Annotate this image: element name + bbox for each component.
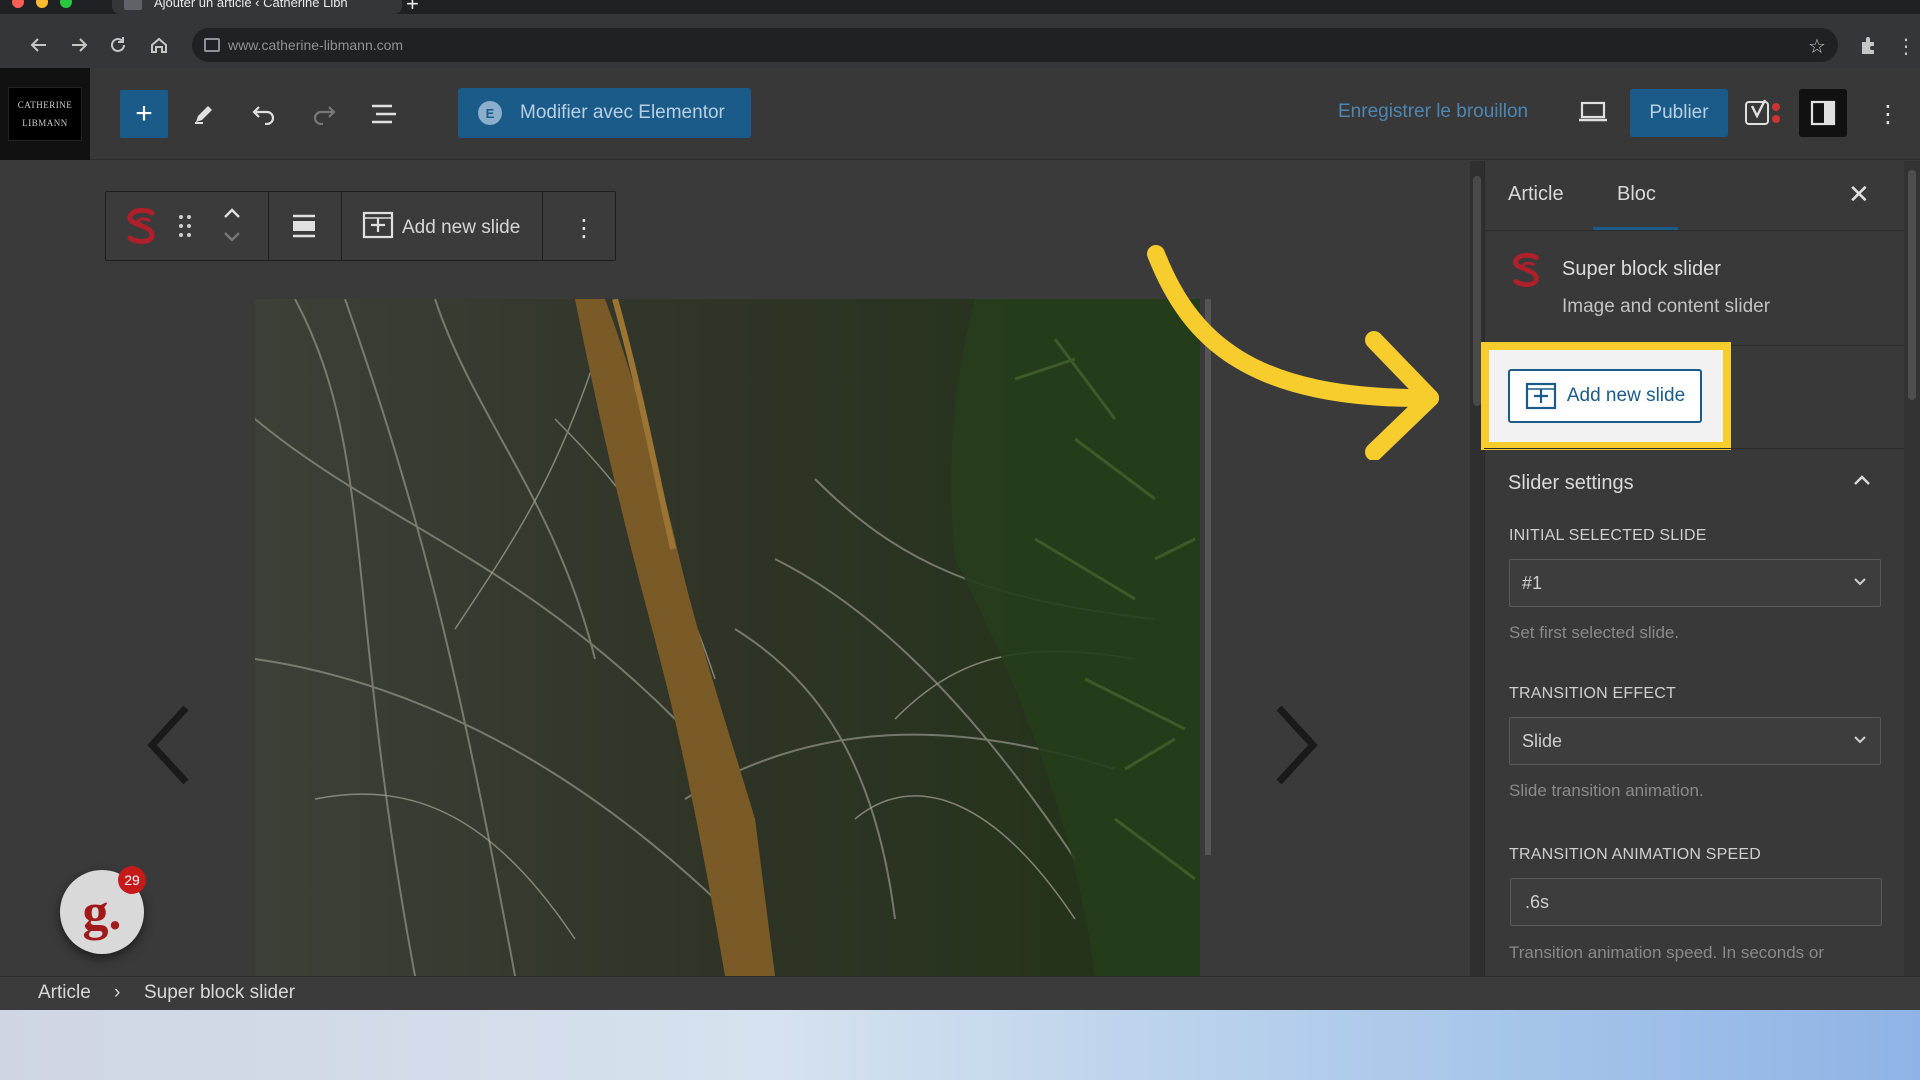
document-overview-icon[interactable]	[360, 90, 408, 138]
options-menu-icon[interactable]: ⋮	[1876, 100, 1900, 128]
slider-prev-arrow-icon[interactable]	[140, 700, 200, 795]
new-tab-button[interactable]: +	[406, 0, 419, 15]
tab-favicon-icon	[124, 0, 142, 10]
drag-handle-icon[interactable]	[178, 213, 192, 244]
chevron-down-icon	[1852, 731, 1868, 752]
canvas-scrollbar-thumb[interactable]	[1473, 176, 1481, 406]
site-logo-image: CATHERINE LIBMANN	[8, 87, 82, 141]
browser-tab-title: Ajouter un article ‹ Catherine Libn	[154, 0, 348, 10]
annotation-arrow	[1130, 240, 1450, 465]
tab-article[interactable]: Article	[1508, 183, 1564, 206]
browser-menu-icon[interactable]: ⋮	[1896, 34, 1916, 58]
section-divider	[1484, 448, 1904, 449]
align-icon[interactable]	[290, 212, 318, 245]
tabs-divider	[1484, 230, 1904, 231]
settings-sidebar-toggle-icon[interactable]	[1799, 89, 1847, 137]
initial-slide-label: Initial selected slide	[1509, 527, 1707, 544]
browser-tab[interactable]: Ajouter un article ‹ Catherine Libn	[112, 0, 402, 14]
add-block-button[interactable]: +	[120, 90, 168, 138]
site-info-icon[interactable]	[204, 38, 220, 52]
grammarly-count-badge: 29	[118, 866, 146, 894]
sidebar-add-new-slide-label: Add new slide	[1566, 385, 1686, 406]
tab-bloc[interactable]: Bloc	[1617, 183, 1656, 206]
move-up-icon[interactable]	[220, 204, 244, 227]
slider-settings-title[interactable]: Slider settings	[1508, 472, 1634, 495]
breadcrumb-separator: ›	[114, 982, 121, 1003]
toolbar-divider	[268, 191, 269, 261]
toolbar-divider	[542, 191, 543, 261]
transition-effect-help: Slide transition animation.	[1509, 781, 1704, 800]
transition-speed-label: Transition animation speed	[1509, 846, 1762, 863]
super-block-slider-icon[interactable]	[124, 207, 160, 250]
move-down-icon[interactable]	[220, 228, 244, 251]
add-slide-icon[interactable]	[362, 211, 394, 244]
toolbar-add-new-slide-button[interactable]: Add new slide	[402, 217, 520, 239]
sidebar-add-new-slide-button[interactable]: Add new slide	[1508, 369, 1702, 423]
toolbar-divider	[341, 191, 342, 261]
address-bar[interactable]	[192, 28, 1838, 62]
edit-with-elementor-button[interactable]: E Modifier avec Elementor	[458, 88, 751, 138]
extensions-icon[interactable]	[1858, 34, 1880, 61]
elementor-icon: E	[478, 101, 502, 125]
transition-effect-value: Slide	[1522, 730, 1563, 751]
site-logo[interactable]: CATHERINE LIBMANN	[0, 68, 90, 160]
reload-icon[interactable]	[101, 28, 135, 62]
elementor-button-label: Modifier avec Elementor	[520, 102, 725, 123]
chevron-down-icon	[1852, 573, 1868, 594]
breadcrumb-current-block[interactable]: Super block slider	[144, 982, 295, 1004]
transition-effect-select[interactable]: Slide	[1509, 717, 1881, 765]
close-sidebar-icon[interactable]: ✕	[1848, 180, 1870, 210]
block-card-description: Image and content slider	[1562, 296, 1771, 317]
pencil-tools-icon[interactable]	[180, 90, 228, 138]
preview-icon[interactable]	[1578, 99, 1608, 128]
initial-slide-select[interactable]: #1	[1509, 559, 1881, 607]
slider-next-arrow-icon[interactable]	[1265, 700, 1325, 795]
chevron-up-icon[interactable]	[1852, 470, 1872, 493]
save-draft-button[interactable]: Enregistrer le brouillon	[1338, 101, 1528, 123]
block-card-title: Super block slider	[1562, 258, 1721, 280]
bookmark-star-icon[interactable]: ☆	[1808, 34, 1826, 58]
transition-speed-help: Transition animation speed. In seconds o…	[1509, 943, 1824, 962]
yoast-seo-icon[interactable]	[1744, 96, 1784, 135]
slide-image[interactable]	[255, 299, 1200, 976]
home-icon[interactable]	[142, 28, 176, 62]
redo-icon[interactable]	[300, 90, 348, 138]
transition-speed-value: .6s	[1525, 891, 1550, 912]
logo-line-1: CATHERINE	[17, 100, 73, 110]
desktop-background	[0, 1010, 1920, 1080]
block-options-icon[interactable]: ⋮	[572, 214, 596, 242]
add-slide-icon	[1525, 382, 1556, 410]
logo-line-2: LIBMANN	[22, 118, 68, 128]
forward-icon[interactable]	[62, 28, 96, 62]
initial-slide-help: Set first selected slide.	[1509, 623, 1680, 642]
initial-slide-value: #1	[1522, 572, 1543, 593]
sidebar-scrollbar-thumb[interactable]	[1908, 170, 1916, 400]
undo-icon[interactable]	[240, 90, 288, 138]
block-card-slider-icon	[1510, 252, 1544, 293]
transition-speed-input[interactable]: .6s	[1510, 878, 1882, 926]
transition-effect-label: Transition effect	[1509, 685, 1676, 702]
publish-button[interactable]: Publier	[1630, 89, 1728, 137]
breadcrumb-article[interactable]: Article	[38, 982, 91, 1004]
back-icon[interactable]	[22, 28, 56, 62]
url-text: www.catherine-libmann.com	[228, 37, 404, 53]
